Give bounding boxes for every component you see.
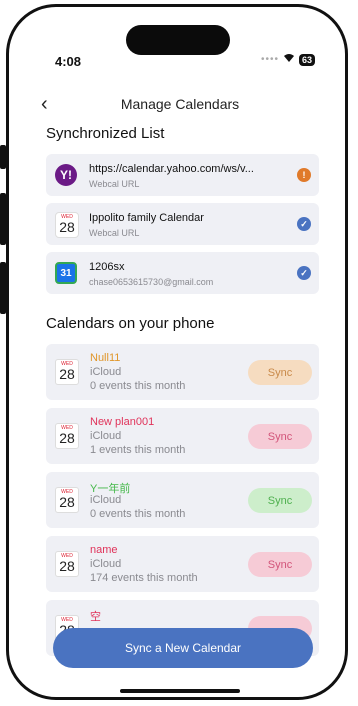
calendar-icon: WED28 xyxy=(55,551,79,577)
section-title-synchronized: Synchronized List xyxy=(46,125,165,142)
synced-item-subtitle: chase0653615730@gmail.com xyxy=(89,277,214,287)
synced-item-title: https://calendar.yahoo.com/ws/v... xyxy=(89,163,254,175)
battery-icon: 63 xyxy=(298,53,315,66)
calendar-source: iCloud xyxy=(90,558,122,570)
sync-new-calendar-button[interactable]: Sync a New Calendar xyxy=(53,628,313,668)
phone-calendar-item[interactable]: WED 28 Y一年前 iCloud 0 events this month Sy… xyxy=(46,472,319,528)
check-icon: ✓ xyxy=(297,266,311,280)
synced-item-ippolito[interactable]: WED 28 Ippolito family Calendar Webcal U… xyxy=(46,203,319,245)
phone-calendar-item[interactable]: WED 28 name iCloud 174 events this month … xyxy=(46,536,319,592)
page-title: Manage Calendars xyxy=(120,96,240,112)
sync-button[interactable]: Sync xyxy=(248,488,312,513)
synced-item-1206sx[interactable]: 31 1206sx chase0653615730@gmail.com ✓ xyxy=(46,252,319,294)
calendar-source: iCloud xyxy=(90,430,122,442)
phone-frame: 4:08 •••• 63 ‹ Manage Calendars Synchron… xyxy=(6,4,348,700)
synced-item-yahoo[interactable]: Y! https://calendar.yahoo.com/ws/v... We… xyxy=(46,154,319,196)
nav-bar: ‹ Manage Calendars xyxy=(9,93,345,117)
calendar-event-count: 1 events this month xyxy=(90,444,186,456)
phone-calendar-item[interactable]: WED 28 New plan001 iCloud 1 events this m… xyxy=(46,408,319,464)
warning-icon: ! xyxy=(297,168,311,182)
calendar-name: Null11 xyxy=(90,352,121,364)
synced-item-title: 1206sx xyxy=(89,261,125,273)
phone-calendar-item[interactable]: WED 28 Null11 iCloud 0 events this month … xyxy=(46,344,319,400)
calendar-source: iCloud xyxy=(90,366,122,378)
sync-button[interactable]: Sync xyxy=(248,424,312,449)
calendar-icon: WED28 xyxy=(55,487,79,513)
yahoo-icon: Y! xyxy=(55,164,77,186)
synced-item-subtitle: Webcal URL xyxy=(89,179,140,189)
section-title-phone: Calendars on your phone xyxy=(46,315,215,332)
status-icons: •••• 63 xyxy=(261,53,315,66)
signal-icon: •••• xyxy=(260,54,279,65)
calendar-source: iCloud xyxy=(90,494,122,506)
home-indicator xyxy=(120,689,240,693)
calendar-name: New plan001 xyxy=(90,416,155,428)
sync-button[interactable]: Sync xyxy=(248,552,312,577)
dynamic-island xyxy=(126,25,230,55)
calendar-icon: WED28 xyxy=(55,423,79,449)
calendar-name: 空 xyxy=(90,611,101,623)
calendar-icon: WED 28 xyxy=(55,212,79,238)
calendar-name: name xyxy=(90,544,118,556)
calendar-icon: WED28 xyxy=(55,359,79,385)
calendar-event-count: 0 events this month xyxy=(90,380,186,392)
status-time: 4:08 xyxy=(55,54,82,69)
synced-item-title: Ippolito family Calendar xyxy=(89,212,204,224)
wifi-icon xyxy=(283,53,295,66)
check-icon: ✓ xyxy=(297,217,311,231)
calendar-event-count: 0 events this month xyxy=(90,508,186,520)
sync-button[interactable]: Sync xyxy=(248,360,312,385)
calendar-event-count: 174 events this month xyxy=(90,572,198,584)
synced-item-subtitle: Webcal URL xyxy=(89,228,140,238)
google-calendar-icon: 31 xyxy=(55,262,77,284)
